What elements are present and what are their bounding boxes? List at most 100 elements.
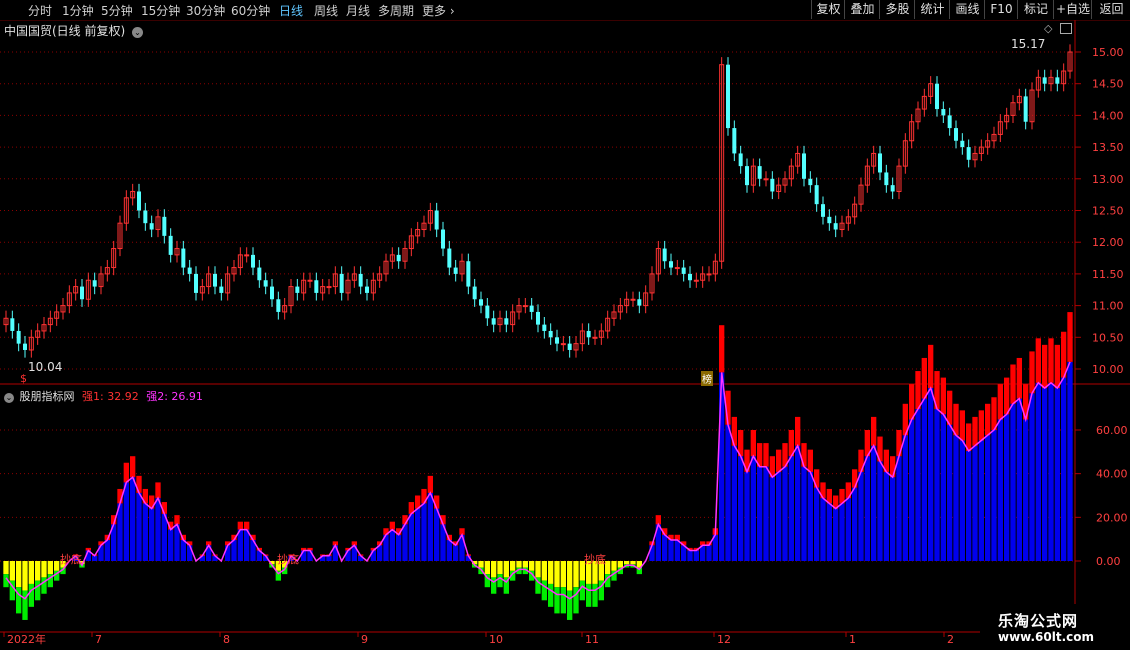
timeline-label: 1 <box>849 633 856 646</box>
timeline-label: 9 <box>361 633 368 646</box>
indicator-bar-yellow <box>491 561 497 578</box>
price-axis-label: 10.00 <box>1092 363 1124 376</box>
indicator-bar-green <box>560 587 566 614</box>
indicator-bar-green <box>554 587 560 614</box>
indicator-bar-blue <box>719 372 725 561</box>
layout-toggle-icon[interactable] <box>1060 23 1072 34</box>
indicator-bar-blue <box>1016 398 1022 561</box>
indicator-bar-blue <box>1054 388 1060 561</box>
indicator-bar-blue <box>168 529 174 561</box>
indicator-bar-yellow <box>516 561 522 568</box>
candle-body <box>270 286 274 300</box>
indicator-bar-blue <box>725 424 731 561</box>
indicator-bar-blue <box>370 550 376 561</box>
indicator-axis-label: 60.00 <box>1096 424 1128 437</box>
indicator-bar-green <box>567 590 573 620</box>
candle-body <box>307 279 313 282</box>
indicator-bar-blue <box>1029 393 1035 561</box>
indicator-bar-red <box>130 456 136 478</box>
indicator-bar-blue <box>826 503 832 561</box>
indicator-bar-red <box>953 403 959 436</box>
indicator-bar-red <box>940 377 946 415</box>
indicator-bar-yellow <box>560 561 566 588</box>
candle-body <box>884 172 889 186</box>
indicator-bar-green <box>491 577 497 594</box>
indicator-bar-blue <box>871 445 877 561</box>
indicator-bar-blue <box>421 503 427 561</box>
candle-body <box>194 273 198 293</box>
candle-body <box>1042 77 1047 84</box>
candle-body <box>504 318 509 325</box>
indicator-bar-red <box>776 449 782 472</box>
indicator-bar-yellow <box>535 561 541 578</box>
candle-body <box>23 343 27 350</box>
candle-body <box>693 279 699 282</box>
stock-title[interactable]: 中国国贸(日线 前复权) ⌄ <box>4 22 144 39</box>
indicator-bar-yellow <box>548 561 554 584</box>
indicator-bar-yellow <box>47 561 53 575</box>
indicator-bar-blue <box>839 503 845 561</box>
indicator-bar-green <box>28 583 34 607</box>
indicator-bar-blue <box>769 477 775 561</box>
indicator-bar-blue <box>966 450 972 561</box>
indicator-bar-green <box>22 590 28 620</box>
indicator-bar-red <box>237 521 243 530</box>
indicator-bar-green <box>541 580 547 601</box>
indicator-bar-blue <box>782 466 788 561</box>
indicator-bar-red <box>871 416 877 446</box>
indicator-bar-blue <box>763 466 769 561</box>
indicator-bar-blue <box>820 498 826 561</box>
indicator-bar-blue <box>947 424 953 561</box>
indicator-bar-blue <box>307 550 313 561</box>
indicator-bar-yellow <box>9 561 15 581</box>
candle-body <box>833 223 838 230</box>
candle-body <box>251 254 255 268</box>
candle-body <box>808 178 813 186</box>
indicator-bar-blue <box>662 534 668 561</box>
candle-body <box>821 204 825 217</box>
candle-body <box>314 280 319 293</box>
indicator-bar-red <box>244 521 250 530</box>
candle-body <box>548 330 553 338</box>
indicator-bar-red <box>427 475 433 493</box>
indicator-bar-yellow <box>567 561 573 591</box>
diamond-icon[interactable]: ◇ <box>1044 22 1052 35</box>
indicator-bar-blue <box>852 487 858 561</box>
chevron-down-icon[interactable]: ⌄ <box>132 27 144 38</box>
indicator-bar-red <box>978 410 984 441</box>
candle-body <box>757 166 762 179</box>
indicator-bar-blue <box>225 545 231 561</box>
indicator-bar-blue <box>972 445 978 561</box>
price-axis-label: 12.00 <box>1092 236 1124 249</box>
candle-body <box>453 267 458 274</box>
indicator-bar-yellow <box>478 561 484 568</box>
candle-body <box>149 223 154 230</box>
indicator-bar-red <box>750 430 756 457</box>
high-price-label: 15.17 <box>1011 37 1046 51</box>
indicator-bar-yellow <box>617 561 623 568</box>
indicator-bar-green <box>548 583 554 607</box>
indicator-bar-blue <box>921 398 927 561</box>
indicator-bar-blue <box>940 414 946 561</box>
indicator-bar-red <box>155 482 161 499</box>
indicator-bar-red <box>174 515 180 525</box>
indicator-bar-blue <box>155 498 161 561</box>
candle-body <box>966 147 971 160</box>
indicator-bar-green <box>592 583 598 607</box>
candle-body <box>339 273 344 293</box>
chevron-down-icon[interactable]: ⌄ <box>4 393 14 403</box>
candle-body <box>890 185 895 192</box>
kline-chart[interactable]: 15.00 14.50 14.00 13.50 13.00 12.50 12.00 11.50… <box>0 0 1130 650</box>
indicator-bar-red <box>915 371 921 410</box>
candle-body <box>536 311 540 325</box>
candle-body <box>637 299 642 306</box>
indicator-bar-yellow <box>3 561 9 575</box>
indicator-bar-blue <box>928 388 934 561</box>
indicator-bar-blue <box>1023 419 1029 561</box>
price-axis-label: 14.00 <box>1092 109 1124 122</box>
candle-body <box>276 299 281 312</box>
indicator-bar-green <box>586 583 592 607</box>
indicator-bar-blue <box>877 461 883 561</box>
indicator-bar-blue <box>427 492 433 561</box>
candle-body <box>466 261 471 287</box>
